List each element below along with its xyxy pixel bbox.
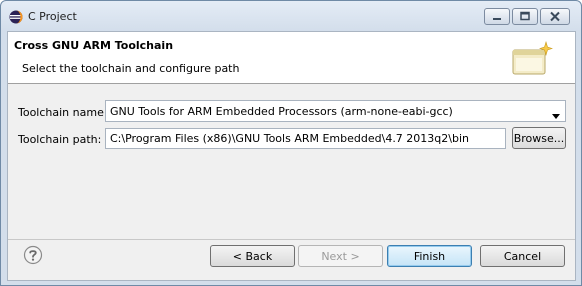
dialog-window: C Project Cross GNU ARM Toolchain Select… xyxy=(0,0,582,286)
dialog-content: Cross GNU ARM Toolchain Select the toolc… xyxy=(7,31,576,281)
toolchain-name-value: GNU Tools for ARM Embedded Processors (a… xyxy=(110,105,453,118)
page-title: Cross GNU ARM Toolchain xyxy=(14,39,174,52)
close-button[interactable] xyxy=(540,8,570,25)
page-description: Select the toolchain and configure path xyxy=(22,62,240,75)
window-title: C Project xyxy=(28,10,77,23)
cancel-button[interactable]: Cancel xyxy=(480,245,565,267)
toolchain-path-input[interactable] xyxy=(105,128,506,149)
toolchain-name-label: Toolchain name: xyxy=(18,106,108,119)
minimize-icon xyxy=(493,18,501,20)
maximize-icon xyxy=(520,11,530,21)
eclipse-icon xyxy=(9,10,23,24)
toolchain-path-label: Toolchain path: xyxy=(18,133,102,146)
toolchain-name-select[interactable]: GNU Tools for ARM Embedded Processors (a… xyxy=(105,100,566,122)
close-icon xyxy=(550,11,560,22)
title-bar[interactable]: C Project xyxy=(1,1,581,31)
maximize-button[interactable] xyxy=(512,8,538,25)
browse-button[interactable]: Browse... xyxy=(512,127,566,149)
finish-button[interactable]: Finish xyxy=(387,245,472,267)
footer-divider xyxy=(8,239,575,240)
next-button[interactable]: Next > xyxy=(298,245,383,267)
help-icon[interactable] xyxy=(23,245,43,265)
back-button[interactable]: < Back xyxy=(210,245,295,267)
chevron-down-icon[interactable] xyxy=(552,109,560,122)
wizard-folder-icon xyxy=(510,40,554,78)
minimize-button[interactable] xyxy=(484,8,510,25)
wizard-banner: Cross GNU ARM Toolchain Select the toolc… xyxy=(8,32,575,84)
